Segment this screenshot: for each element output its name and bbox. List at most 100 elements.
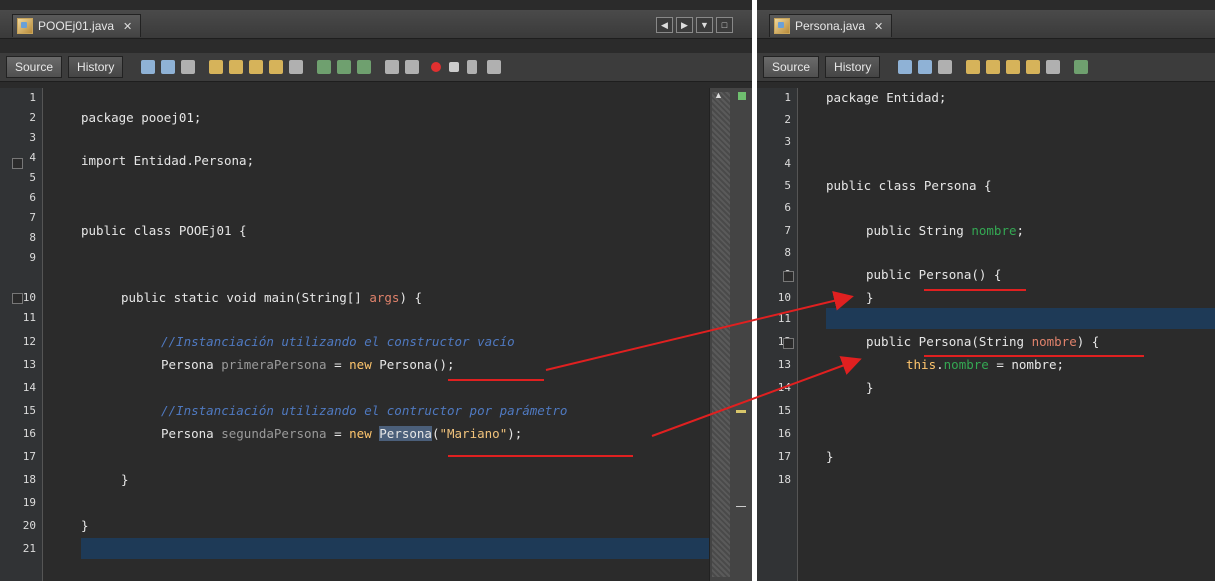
line-number: 13: [22, 358, 36, 371]
fold-icon[interactable]: [12, 293, 23, 304]
line-number: 2: [784, 113, 791, 126]
code-token: =: [326, 426, 350, 441]
current-line-highlight: [81, 538, 712, 559]
code-comment: //Instanciación utilizando el contructor…: [161, 403, 568, 418]
scroll-right-icon[interactable]: ▶: [676, 17, 693, 33]
left-editor-pane: POOEj01.java ✕ ◀ ▶ ▼ □ Source History 1: [0, 0, 752, 581]
annotation-underline: [448, 455, 633, 457]
line-number: 15: [777, 404, 791, 417]
source-button[interactable]: Source: [6, 56, 63, 78]
record-macro-icon[interactable]: [431, 62, 442, 72]
split-icon[interactable]: [487, 60, 502, 74]
code-line: }: [81, 518, 89, 533]
toggle-bookmark-icon[interactable]: [357, 60, 372, 74]
code-token: Persona: [379, 426, 432, 441]
tab-label: Persona.java: [795, 19, 866, 33]
line-number: 17: [777, 450, 791, 463]
code-token: Persona();: [371, 357, 455, 372]
error-marker[interactable]: [736, 410, 746, 413]
code-token: .: [936, 357, 944, 372]
line-number: 5: [784, 179, 791, 192]
find-next-icon[interactable]: [1006, 60, 1021, 74]
code-line: package pooej01;: [81, 110, 202, 125]
line-number: 1: [784, 91, 791, 104]
scroll-left-icon[interactable]: ◀: [656, 17, 673, 33]
code-line: }: [826, 449, 834, 464]
line-number: 4: [784, 157, 791, 170]
scroll-track[interactable]: [712, 92, 730, 577]
next-bookmark-icon[interactable]: [337, 60, 352, 74]
line-number: 10: [777, 291, 791, 304]
stop-macro-icon[interactable]: [449, 62, 460, 72]
right-code-area[interactable]: package Entidad; public class Persona { …: [798, 88, 1215, 581]
code-token: primeraPersona: [221, 357, 327, 372]
toggle-highlight-icon[interactable]: [1026, 60, 1041, 74]
close-icon[interactable]: ✕: [874, 20, 883, 33]
line-number: 1: [29, 91, 36, 104]
annotation-underline: [448, 379, 544, 381]
left-tab-bar: POOEj01.java ✕ ◀ ▶ ▼ □: [0, 10, 752, 39]
previous-bookmark-icon[interactable]: [317, 60, 332, 74]
shift-left-icon[interactable]: [385, 60, 400, 74]
line-number: 9: [29, 251, 36, 264]
find-icon[interactable]: [209, 60, 224, 74]
forward-icon[interactable]: [181, 60, 196, 74]
last-edit-icon[interactable]: [141, 60, 156, 74]
line-number-gutter: 1 2 3 4 5 6 7 8 9 10 11 12 13 14 15 16 1…: [757, 88, 798, 581]
annotation-underline: [924, 355, 1144, 357]
code-token: new: [349, 357, 372, 372]
find-next-icon[interactable]: [249, 60, 264, 74]
fold-icon[interactable]: [783, 338, 794, 349]
maximize-icon[interactable]: □: [716, 17, 733, 33]
line-number: 18: [777, 473, 791, 486]
caret-marker[interactable]: [736, 506, 746, 507]
toggle-rectangular-icon[interactable]: [1046, 60, 1061, 74]
code-token: public String: [866, 223, 972, 238]
toggle-highlight-icon[interactable]: [269, 60, 284, 74]
history-button[interactable]: History: [68, 56, 124, 78]
line-number: 7: [29, 211, 36, 224]
line-number: 8: [29, 231, 36, 244]
source-button[interactable]: Source: [763, 56, 820, 78]
scroll-up-icon[interactable]: ▲: [714, 90, 723, 100]
toggle-rectangular-icon[interactable]: [289, 60, 304, 74]
tab-pooej01[interactable]: POOEj01.java ✕: [12, 14, 142, 37]
more-icon[interactable]: [467, 60, 478, 74]
last-edit-icon[interactable]: [898, 60, 913, 74]
find-previous-icon[interactable]: [986, 60, 1001, 74]
line-number: 19: [22, 496, 36, 509]
status-ok-icon: [738, 92, 746, 100]
fold-icon[interactable]: [783, 271, 794, 282]
fold-icon[interactable]: [12, 158, 23, 169]
chevron-down-icon[interactable]: ▼: [696, 17, 713, 33]
tab-persona[interactable]: Persona.java ✕: [769, 14, 893, 37]
forward-icon[interactable]: [938, 60, 953, 74]
find-icon[interactable]: [966, 60, 981, 74]
code-token: public Persona(String: [866, 334, 1032, 349]
code-token: nombre: [1031, 334, 1077, 349]
shift-right-icon[interactable]: [405, 60, 420, 74]
line-number: 11: [777, 312, 791, 325]
back-icon[interactable]: [161, 60, 176, 74]
line-number: 5: [29, 171, 36, 184]
java-file-icon: [774, 18, 790, 34]
line-number: 16: [22, 427, 36, 440]
previous-bookmark-icon[interactable]: [1074, 60, 1089, 74]
code-line: public class Persona {: [826, 178, 992, 193]
code-line: Persona primeraPersona = new Persona();: [161, 355, 752, 375]
java-file-icon: [17, 18, 33, 34]
line-number: 11: [22, 311, 36, 324]
code-line: import Entidad.Persona;: [81, 153, 255, 168]
code-token: = nombre;: [988, 357, 1065, 372]
find-previous-icon[interactable]: [229, 60, 244, 74]
left-code-area[interactable]: package pooej01; import Entidad.Persona;…: [43, 88, 752, 581]
history-button[interactable]: History: [825, 56, 881, 78]
code-token: ) {: [1076, 334, 1100, 349]
back-icon[interactable]: [918, 60, 933, 74]
line-number: 13: [777, 358, 791, 371]
left-scrollbar[interactable]: ▲: [709, 88, 752, 581]
code-line: public Persona(String nombre) {: [866, 332, 1215, 352]
line-number: 2: [29, 111, 36, 124]
code-line: Persona segundaPersona = new Persona("Ma…: [161, 424, 752, 444]
close-icon[interactable]: ✕: [123, 20, 132, 33]
